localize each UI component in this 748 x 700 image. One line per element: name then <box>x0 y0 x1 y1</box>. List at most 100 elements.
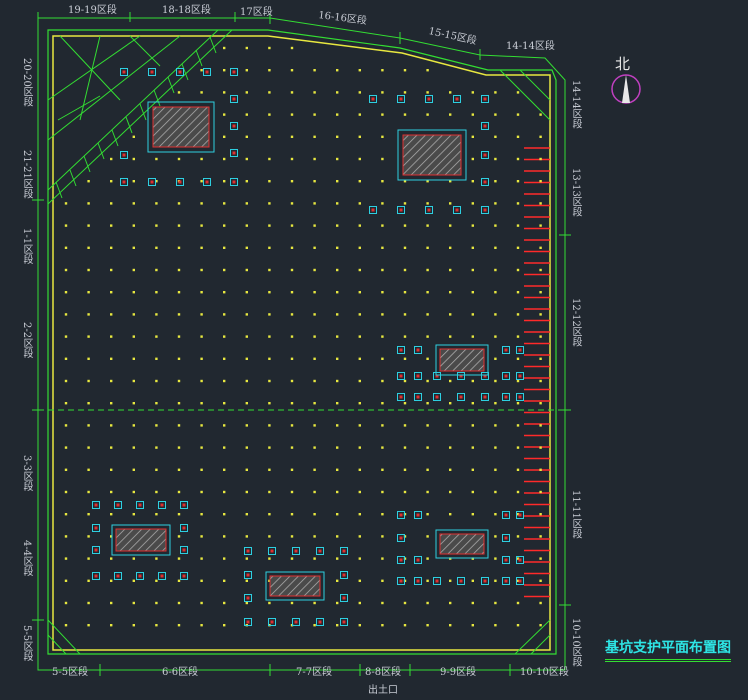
pile-dot <box>87 291 90 294</box>
column-core <box>116 574 120 578</box>
pile-dot <box>87 490 90 494</box>
pile-dot <box>177 490 181 494</box>
pile-dot <box>290 268 294 272</box>
pile-dot <box>223 224 226 227</box>
pile-dot <box>358 357 361 360</box>
column-core <box>399 395 403 399</box>
pile-dot <box>155 468 158 471</box>
pile-dot <box>381 180 384 183</box>
column-core <box>399 374 403 378</box>
pile-dot <box>110 402 113 405</box>
pile-dot <box>155 579 158 582</box>
pile-dot <box>290 69 294 72</box>
pile-dot <box>381 313 384 316</box>
pile-dot <box>358 446 361 449</box>
pile-dot <box>64 624 68 627</box>
pile-dot <box>313 180 316 183</box>
north-arrow-icon <box>611 74 641 104</box>
pile-dot <box>110 468 113 471</box>
column-core <box>416 579 420 583</box>
pile-dot <box>494 291 497 294</box>
pile-dot <box>539 579 542 582</box>
pile-dot <box>358 379 361 383</box>
column-core <box>342 596 346 600</box>
segment-label-left: 3-3区段 <box>21 455 32 492</box>
pile-dot <box>64 202 68 205</box>
pile-dot <box>449 113 452 116</box>
pile-dot <box>245 313 248 316</box>
column-core <box>122 180 126 184</box>
pile-dot <box>426 402 429 405</box>
pile-dot <box>381 202 384 205</box>
pile-dot <box>449 379 452 383</box>
pile-dot <box>245 46 248 50</box>
pile-dot <box>539 402 542 405</box>
pile-dot <box>268 246 271 249</box>
pile-dot <box>403 246 407 249</box>
column-core <box>94 548 98 552</box>
pile-dot <box>516 624 520 627</box>
pile-dot <box>268 202 271 205</box>
pile-dot <box>223 468 226 471</box>
pile-dot <box>110 579 113 582</box>
pile-dot <box>200 246 203 249</box>
column-core <box>399 558 403 562</box>
column-core <box>342 573 346 577</box>
pile-dot <box>200 535 203 538</box>
column-core <box>371 97 375 101</box>
pile-dot <box>449 468 452 471</box>
pile-dot <box>471 224 474 227</box>
pile-dot <box>64 268 68 272</box>
column-core <box>270 620 274 624</box>
pile-dot <box>381 379 384 383</box>
pile-dot <box>110 424 113 427</box>
column-core <box>504 395 508 399</box>
pile-dot <box>516 157 520 161</box>
pile-dot <box>290 313 294 316</box>
pile-dot <box>539 157 542 161</box>
pile-dot <box>471 202 474 205</box>
pile-dot <box>64 357 68 360</box>
column-core <box>178 70 182 74</box>
pile-dot <box>177 557 181 560</box>
pile-dot <box>290 224 294 227</box>
pile-dot <box>200 180 203 183</box>
pile-dot <box>132 313 135 316</box>
pile-dot <box>200 91 203 94</box>
column-core <box>416 513 420 517</box>
pile-dot <box>426 379 429 383</box>
pile-dot <box>539 468 542 471</box>
pile-dot <box>223 579 226 582</box>
pile-dot <box>494 424 497 427</box>
column-core <box>182 526 186 530</box>
pile-dot <box>64 601 68 605</box>
pile-dot <box>245 579 248 582</box>
column-core <box>138 503 142 507</box>
pile-dot <box>336 468 339 471</box>
pile-dot <box>494 313 497 316</box>
pile-dot <box>539 601 542 605</box>
pile-dot <box>336 624 339 627</box>
pile-dot <box>155 246 158 249</box>
pile-dot <box>177 513 181 516</box>
pile-dot <box>336 490 339 494</box>
pile-dot <box>336 180 339 183</box>
pile-dot <box>245 513 248 516</box>
pile-dot <box>358 268 361 272</box>
pile-dot <box>426 202 429 205</box>
pile-dot <box>449 490 452 494</box>
column-core <box>435 579 439 583</box>
pile-dot <box>223 557 226 560</box>
pile-dot <box>155 357 158 360</box>
pile-dot <box>87 268 90 272</box>
pile-dot <box>290 46 294 50</box>
pile-dot <box>268 335 271 338</box>
pile-dot <box>132 291 135 294</box>
pile-dot <box>87 180 90 183</box>
pile-dot <box>110 268 113 272</box>
column-core <box>416 374 420 378</box>
pile-dot <box>200 513 203 516</box>
pile-dot <box>516 291 520 294</box>
pile-dot <box>449 268 452 272</box>
pile-dot <box>245 535 248 538</box>
